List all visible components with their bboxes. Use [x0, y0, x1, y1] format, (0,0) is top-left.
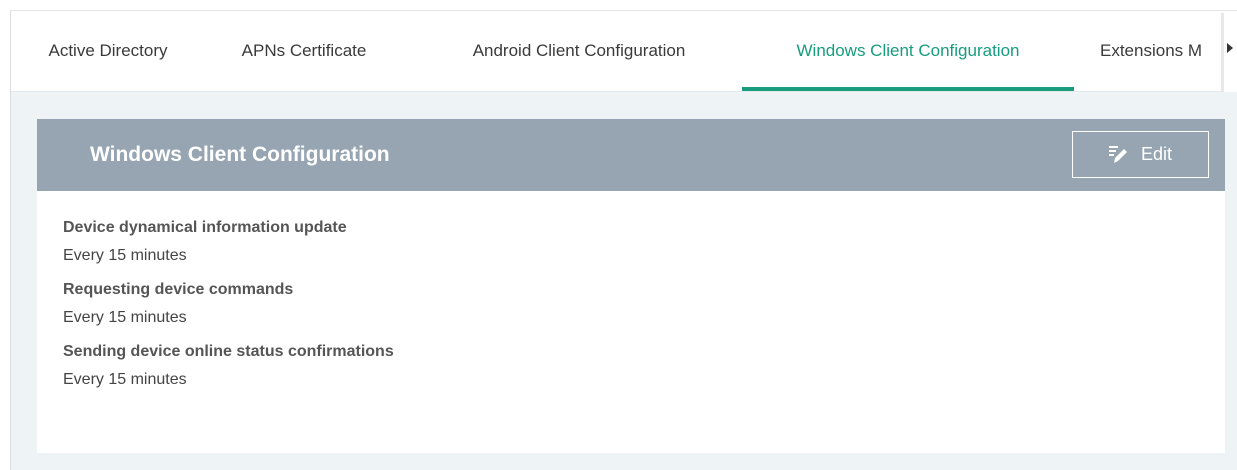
- setting-sending-device-online-status: Sending device online status confirmatio…: [63, 341, 394, 391]
- tab-label: Active Directory: [48, 41, 168, 60]
- pencil-icon: [1108, 145, 1127, 163]
- tab-extensions[interactable]: Extensions M: [1100, 11, 1220, 91]
- windows-client-configuration-panel: Windows Client Configuration Edit Device…: [37, 119, 1225, 453]
- edit-button-label: Edit: [1140, 144, 1173, 164]
- tab-label: Windows Client Configuration: [796, 41, 1020, 60]
- tab-windows-client-configuration[interactable]: Windows Client Configuration: [742, 11, 1074, 91]
- setting-value: Every 15 minutes: [63, 247, 187, 264]
- scroll-right-icon[interactable]: [1227, 43, 1233, 53]
- settings-frame: Active Directory APNs Certificate Androi…: [10, 10, 1237, 470]
- setting-label: Device dynamical information update: [63, 219, 347, 236]
- tab-active-directory[interactable]: Active Directory: [23, 11, 193, 91]
- active-tab-indicator: [742, 87, 1074, 91]
- settings-list: Device dynamical information update Ever…: [63, 217, 394, 403]
- tab-bar: Active Directory APNs Certificate Androi…: [11, 11, 1233, 97]
- panel-title: Windows Client Configuration: [90, 143, 390, 166]
- setting-label: Sending device online status confirmatio…: [63, 343, 394, 360]
- tab-label: Extensions M: [1100, 41, 1203, 60]
- setting-value: Every 15 minutes: [63, 309, 187, 326]
- tab-label: APNs Certificate: [241, 41, 367, 60]
- setting-requesting-device-commands: Requesting device commands Every 15 minu…: [63, 279, 394, 329]
- setting-value: Every 15 minutes: [63, 371, 187, 388]
- panel-header: Windows Client Configuration Edit: [37, 119, 1225, 191]
- tab-android-client-configuration[interactable]: Android Client Configuration: [435, 11, 723, 91]
- tab-scroll-divider: [1221, 13, 1224, 97]
- tab-label: Android Client Configuration: [472, 41, 686, 60]
- setting-label: Requesting device commands: [63, 281, 294, 298]
- setting-device-dynamical-information-update: Device dynamical information update Ever…: [63, 217, 394, 267]
- edit-button[interactable]: Edit: [1072, 131, 1209, 178]
- tab-apns-certificate[interactable]: APNs Certificate: [221, 11, 387, 91]
